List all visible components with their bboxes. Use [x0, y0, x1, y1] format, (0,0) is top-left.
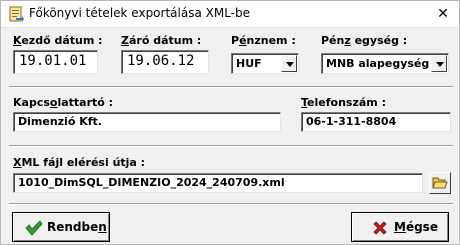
divider [9, 203, 453, 205]
contact-input[interactable]: Dimenzió Kft. [13, 112, 281, 132]
end-date-label: Záró dátum : [121, 34, 202, 47]
currency-unit-value: MNB alapegység [326, 57, 430, 70]
browse-button[interactable] [429, 172, 451, 194]
divider [9, 86, 453, 88]
ok-button[interactable]: Rendben [12, 212, 110, 242]
phone-label: Telefonszám : [301, 96, 386, 109]
currency-label: Pénznem : [231, 34, 296, 47]
currency-unit-select[interactable]: MNB alapegység [321, 53, 449, 74]
window-title: Főkönyvi tételek exportálása XML-be [29, 6, 251, 20]
divider [9, 145, 453, 147]
ok-label: Rendben [47, 220, 107, 234]
start-date-input[interactable]: 19.01.01 [13, 50, 98, 74]
chevron-down-icon[interactable] [431, 55, 447, 72]
phone-input[interactable]: 06-1-311-8804 [301, 112, 451, 132]
title-bar: Főkönyvi tételek exportálása XML-be ✕ [1, 1, 459, 28]
close-icon[interactable]: ✕ [431, 4, 455, 25]
cross-icon [372, 220, 388, 239]
currency-select[interactable]: HUF [231, 53, 299, 74]
cancel-label: Mégse [394, 220, 438, 234]
cancel-button[interactable]: Mégse [351, 212, 449, 242]
checkmark-icon [25, 220, 43, 239]
xml-path-input[interactable]: 1010_DimSQL_DIMENZIO_2024_240709.xml [13, 173, 423, 193]
currency-unit-label: Pénz egység : [321, 34, 408, 47]
chevron-down-icon[interactable] [281, 55, 297, 72]
export-dialog: Főkönyvi tételek exportálása XML-be ✕ Ke… [0, 0, 460, 245]
contact-label: Kapcsolattartó : [13, 96, 114, 109]
export-app-icon [7, 6, 24, 23]
currency-value: HUF [236, 57, 262, 70]
end-date-input[interactable]: 19.06.12 [121, 50, 209, 74]
xml-path-label: XML fájl elérési útja : [13, 156, 146, 169]
start-date-label: Kezdő dátum : [13, 34, 103, 47]
